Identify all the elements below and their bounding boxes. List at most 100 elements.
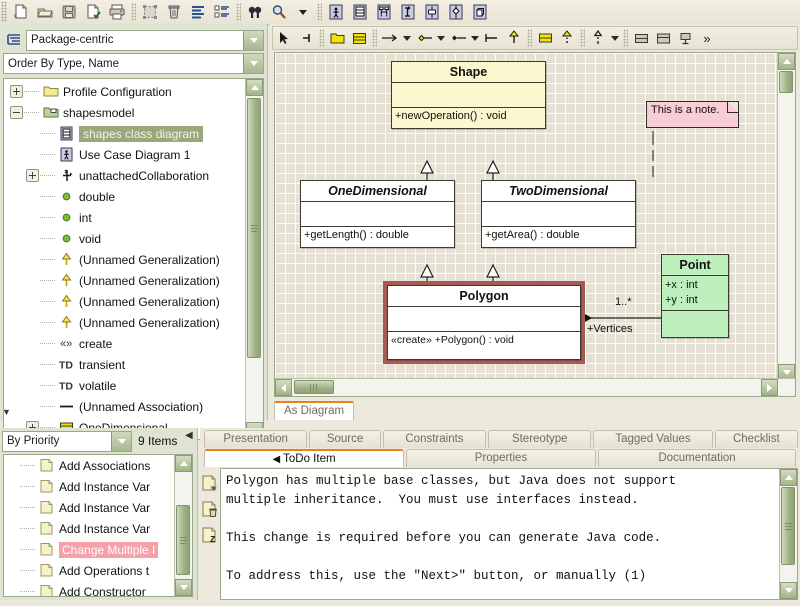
expand-icon[interactable] bbox=[10, 85, 23, 98]
tab-stereotype[interactable]: Stereotype bbox=[488, 430, 592, 448]
tree-item-shapes-class-diagram[interactable]: shapes class diagram bbox=[4, 123, 247, 144]
scroll-left-button[interactable] bbox=[275, 379, 292, 396]
tab-presentation[interactable]: Presentation bbox=[204, 430, 308, 448]
overflow-icon[interactable]: » bbox=[696, 27, 718, 49]
tree-item-double[interactable]: double bbox=[4, 186, 247, 207]
new-association-end-icon[interactable] bbox=[481, 27, 503, 49]
scroll-right-button[interactable] bbox=[761, 379, 778, 396]
zoom-icon[interactable] bbox=[267, 1, 291, 23]
collaboration-diagram-icon[interactable] bbox=[396, 1, 420, 23]
new-aggregation-icon[interactable] bbox=[413, 27, 435, 49]
new-icon[interactable] bbox=[9, 1, 33, 23]
uml-class-shape[interactable]: Shape +newOperation() : void bbox=[391, 61, 546, 129]
todo-list-item[interactable]: Add Instance Var bbox=[4, 476, 177, 497]
save-as-icon[interactable] bbox=[81, 1, 105, 23]
scroll-up-button[interactable] bbox=[175, 455, 192, 472]
tree-item-shapesmodel[interactable]: shapesmodel bbox=[4, 102, 247, 123]
todo-list-item[interactable]: Change Multiple I bbox=[4, 539, 177, 560]
association-dropdown-icon[interactable] bbox=[401, 28, 413, 48]
explorer-collapse-handle[interactable]: ▼ bbox=[2, 407, 11, 417]
save-icon[interactable] bbox=[57, 1, 81, 23]
scroll-up-button[interactable] bbox=[246, 79, 263, 96]
tree-item-profile-configuration[interactable]: Profile Configuration bbox=[4, 81, 247, 102]
usecase-diagram-icon[interactable] bbox=[324, 1, 348, 23]
uml-class-onedimensional[interactable]: OneDimensional +getLength() : double bbox=[300, 180, 455, 248]
scroll-thumb[interactable] bbox=[176, 505, 190, 575]
new-stereotype-icon[interactable] bbox=[674, 27, 696, 49]
tree-item-volatile[interactable]: TD volatile bbox=[4, 375, 247, 396]
tab-constraints[interactable]: Constraints bbox=[382, 430, 487, 448]
zoom-dropdown-icon[interactable] bbox=[291, 1, 315, 23]
todo-list-item[interactable]: Add Operations t bbox=[4, 560, 177, 581]
tree-item-unnamed-association[interactable]: (Unnamed Association) bbox=[4, 396, 247, 417]
new-realization-icon[interactable] bbox=[556, 27, 578, 49]
chevron-down-icon[interactable] bbox=[243, 54, 263, 73]
snooze-todo-item-icon[interactable]: Z bbox=[201, 526, 219, 545]
todo-list-item[interactable]: Add Constructor bbox=[4, 581, 177, 596]
order-combo[interactable]: Order By Type, Name bbox=[3, 53, 264, 74]
todo-text-vertical-scrollbar[interactable] bbox=[779, 469, 797, 599]
settings-icon[interactable] bbox=[210, 1, 234, 23]
tab-as-diagram[interactable]: As Diagram bbox=[274, 401, 355, 420]
tab-todo-item[interactable]: ◀ ToDo Item bbox=[204, 449, 404, 467]
new-todo-item-icon[interactable] bbox=[201, 474, 219, 492]
scroll-thumb[interactable] bbox=[247, 98, 261, 358]
tree-item-void[interactable]: void bbox=[4, 228, 247, 249]
tree-item-use-case-diagram-1[interactable]: Use Case Diagram 1 bbox=[4, 144, 247, 165]
new-generalization-icon[interactable] bbox=[503, 27, 525, 49]
tab-source[interactable]: Source bbox=[309, 430, 381, 448]
tree-item-transient[interactable]: TD transient bbox=[4, 354, 247, 375]
todo-sort-combo[interactable]: By Priority bbox=[2, 430, 132, 452]
tree-item-create[interactable]: «» create bbox=[4, 333, 247, 354]
tree-item-unnamed-generalization[interactable]: (Unnamed Generalization) bbox=[4, 312, 247, 333]
todo-list-item[interactable]: Add Instance Var bbox=[4, 497, 177, 518]
tab-tagged-values[interactable]: Tagged Values bbox=[593, 430, 713, 448]
tab-checklist[interactable]: Checklist bbox=[714, 430, 799, 448]
scroll-thumb[interactable] bbox=[294, 380, 334, 394]
diagram-horizontal-scrollbar[interactable] bbox=[275, 378, 795, 396]
select-all-icon[interactable] bbox=[138, 1, 162, 23]
select-tool-icon[interactable] bbox=[273, 27, 295, 49]
scroll-up-button[interactable] bbox=[780, 469, 797, 486]
tree-item-int[interactable]: int bbox=[4, 207, 247, 228]
collapse-icon[interactable] bbox=[10, 106, 23, 119]
todo-list-item[interactable]: Add Associations bbox=[4, 455, 177, 476]
scroll-up-button[interactable] bbox=[778, 53, 795, 70]
diagram-vertical-scrollbar[interactable] bbox=[777, 53, 795, 381]
todo-list[interactable]: Add Associations Add Instance Var Add Inst… bbox=[4, 455, 177, 596]
composition-dropdown-icon[interactable] bbox=[469, 28, 481, 48]
scroll-down-button[interactable] bbox=[175, 579, 192, 596]
open-icon[interactable] bbox=[33, 1, 57, 23]
find-icon[interactable] bbox=[243, 1, 267, 23]
new-dependency-icon[interactable] bbox=[587, 27, 609, 49]
new-association-icon[interactable] bbox=[379, 27, 401, 49]
todo-item-text[interactable]: Polygon has multiple base classes, but J… bbox=[221, 469, 780, 589]
perspective-combo[interactable]: Package-centric bbox=[26, 29, 264, 51]
tree-item-unnamed-generalization[interactable]: (Unnamed Generalization) bbox=[4, 291, 247, 312]
class-diagram-icon[interactable] bbox=[348, 1, 372, 23]
print-icon[interactable] bbox=[105, 1, 129, 23]
delete-todo-item-icon[interactable] bbox=[201, 500, 219, 518]
collapse-left-icon[interactable]: ◀ bbox=[272, 454, 280, 465]
model-tree[interactable]: Profile Configuration shapesmodel shapes c… bbox=[4, 79, 247, 439]
chevron-down-icon[interactable] bbox=[243, 30, 263, 50]
scroll-thumb[interactable] bbox=[779, 71, 793, 93]
uml-class-point[interactable]: Point +x : int +y : int bbox=[661, 254, 729, 338]
todo-list-item[interactable]: Add Instance Var bbox=[4, 518, 177, 539]
toolbar-drag-handle[interactable] bbox=[1, 2, 7, 22]
delete-icon[interactable] bbox=[162, 1, 186, 23]
broom-tool-icon[interactable] bbox=[295, 27, 317, 49]
new-package-icon[interactable] bbox=[326, 27, 348, 49]
chevron-down-icon[interactable] bbox=[111, 431, 131, 451]
tab-properties[interactable]: Properties bbox=[406, 449, 596, 467]
tree-item-unattachedcollaboration[interactable]: unattachedCollaboration bbox=[4, 165, 247, 186]
new-interface-icon[interactable] bbox=[534, 27, 556, 49]
sequence-diagram-icon[interactable] bbox=[372, 1, 396, 23]
uml-note[interactable]: This is a note. bbox=[646, 101, 739, 128]
diagram-canvas[interactable]: Shape +newOperation() : void This is a n… bbox=[275, 53, 780, 381]
state-diagram-icon[interactable] bbox=[420, 1, 444, 23]
scroll-thumb[interactable] bbox=[781, 487, 795, 565]
aggregation-dropdown-icon[interactable] bbox=[435, 28, 447, 48]
deployment-diagram-icon[interactable] bbox=[468, 1, 492, 23]
new-enumeration-icon[interactable] bbox=[652, 27, 674, 49]
